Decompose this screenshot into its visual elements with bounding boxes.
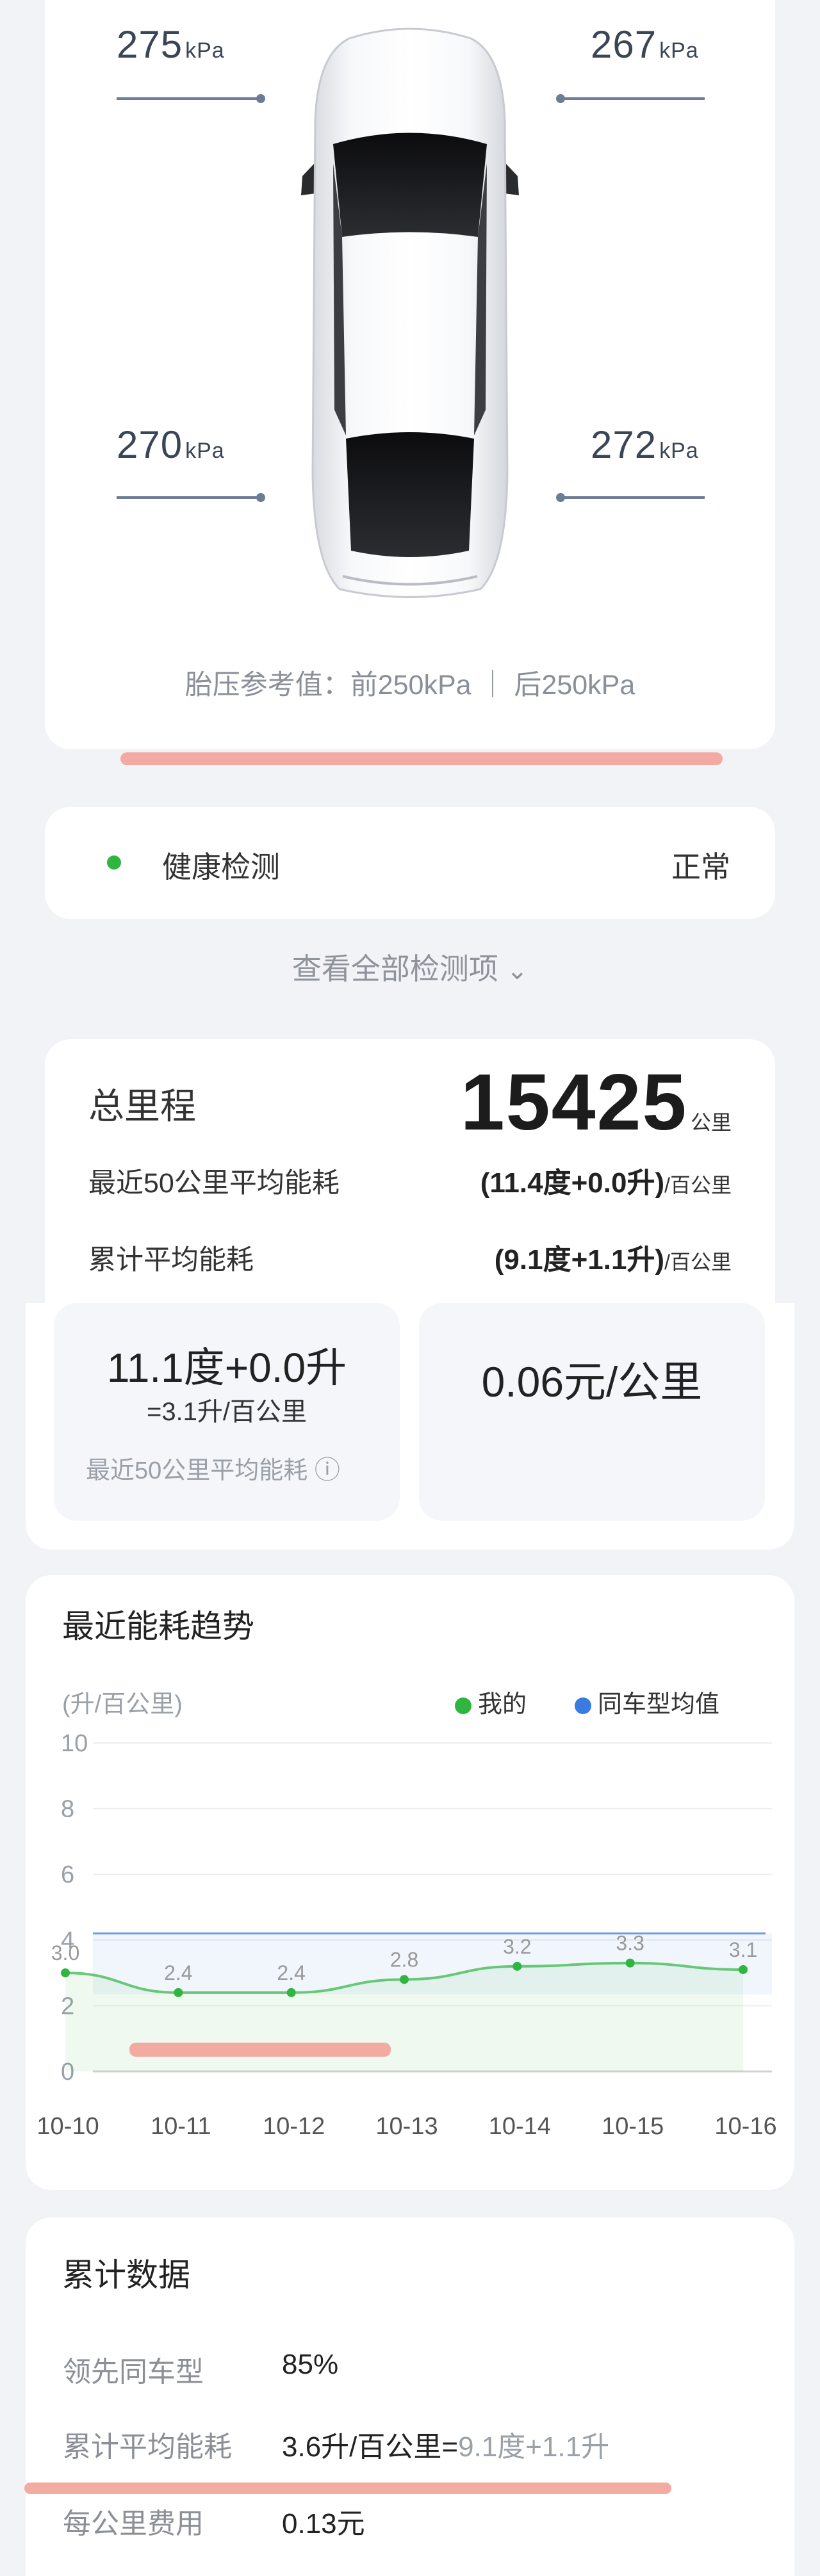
x-tick-label: 10-12 — [263, 2113, 325, 2140]
unit-label: kPa — [185, 38, 225, 63]
unit-label: kPa — [185, 439, 225, 463]
x-tick-label: 10-16 — [714, 2113, 776, 2140]
y-tick-label: 8 — [61, 1796, 74, 1823]
x-tick-label: 10-15 — [602, 2113, 664, 2140]
lead-rate-label: 领先同车型 — [63, 2356, 204, 2388]
y-tick-label: 10 — [61, 1730, 88, 1757]
tire-rear-left: 270 kPa — [117, 423, 225, 467]
total-mileage-value: 15425 公里 — [461, 1057, 732, 1148]
energy-trend-chart: 024681010-10 10-11 10-12 10-13 10-14 10-15 10-… — [37, 1730, 776, 2140]
total-mileage-unit: 公里 — [690, 1111, 732, 1134]
status-dot-icon — [107, 855, 121, 870]
x-tick-label: 10-11 — [151, 2113, 211, 2140]
car-top-view-icon — [301, 28, 519, 598]
cumulative-title: 累计数据 — [62, 2257, 190, 2293]
highlight-mark — [120, 752, 723, 765]
cumulative-consumption-label: 累计平均能耗 — [88, 1245, 254, 1276]
chevron-down-icon: ⌄ — [506, 957, 529, 985]
cost-subcard[interactable]: 0.06元/公里 — [419, 1303, 765, 1521]
recent-consumption-value: (11.4度+0.0升)/百公里 — [480, 1160, 732, 1201]
tire-rear-right-line — [556, 493, 705, 502]
tire-rear-right: 272 kPa — [591, 423, 699, 467]
tire-rear-left-line — [117, 493, 265, 502]
tire-front-left-line — [117, 94, 265, 103]
tire-rear-left-value: 270 — [117, 423, 183, 466]
highlight-mark — [24, 2483, 671, 2494]
data-point — [61, 1968, 70, 1978]
x-tick-label: 10-13 — [375, 2113, 438, 2140]
cumulative-consumption-number: (9.1度+1.1升) — [494, 1244, 665, 1276]
avg-consumption-label: 累计平均能耗 — [63, 2431, 232, 2463]
tire-front-right: 267 kPa — [591, 22, 699, 67]
data-label: 3.3 — [616, 1932, 644, 1955]
avg-consumption-extra: 9.1度+1.1升 — [458, 2431, 610, 2463]
recent-consumption-number: (11.4度+0.0升) — [480, 1167, 665, 1199]
data-point — [400, 1975, 409, 1984]
data-label: 3.0 — [51, 1941, 79, 1964]
cost-per-km-label: 每公里费用 — [63, 2508, 204, 2540]
info-icon[interactable]: ⓘ — [315, 1456, 340, 1484]
view-all-label: 查看全部检测项 — [291, 952, 498, 985]
total-mileage-number: 15425 — [460, 1058, 688, 1147]
energy-summary-panel: 11.1度+0.0升 =3.1升/百公里 最近50公里平均能耗 ⓘ 0.06元/… — [26, 1303, 794, 1550]
data-point — [739, 1964, 748, 1974]
x-tick-label: 10-14 — [489, 2113, 551, 2140]
health-check-card[interactable]: 健康检测 正常 — [45, 807, 775, 919]
energy-trend-card: 最近能耗趋势 (升/百公里) 我的 同车型均值 0 2 4 6 8 10 10-10 10-1… — [26, 1575, 794, 2190]
x-tick-label: 10-10 — [37, 2113, 99, 2140]
view-all-checks-link[interactable]: 查看全部检测项 ⌄ — [0, 946, 820, 988]
tire-front-left-value: 275 — [117, 23, 183, 66]
data-label: 2.4 — [164, 1961, 192, 1984]
highlight-mark — [129, 2043, 391, 2057]
energy-sub-value: =3.1升/百公里 — [146, 1398, 308, 1426]
avg-consumption-main: 3.6升/百公里= — [282, 2431, 459, 2463]
tire-reference-text: 胎压参考值：前250kPa ｜ 后250kPa — [184, 670, 636, 701]
avg-consumption-value: 3.6升/百公里=9.1度+1.1升 — [282, 2424, 609, 2465]
data-point — [512, 1961, 522, 1971]
lead-rate-value: 85% — [282, 2349, 339, 2380]
data-label: 2.4 — [277, 1961, 305, 1984]
cost-per-km-row-value: 0.13元 — [282, 2508, 365, 2540]
tire-rear-right-value: 272 — [591, 423, 657, 466]
y-tick-label: 6 — [61, 1861, 74, 1888]
tire-pressure-card: 275 kPa 267 kPa 270 kPa 272 kPa 胎压参考值：前2… — [45, 0, 775, 749]
health-check-label: 健康检测 — [162, 850, 280, 884]
data-point — [625, 1958, 635, 1968]
cost-per-km-value: 0.06元/公里 — [481, 1358, 703, 1405]
energy-caption-text: 最近50公里平均能耗 — [86, 1457, 308, 1484]
energy-caption: 最近50公里平均能耗 ⓘ — [86, 1449, 340, 1486]
cumulative-consumption-value: (9.1度+1.1升)/百公里 — [495, 1236, 732, 1277]
total-mileage-label: 总里程 — [88, 1086, 196, 1126]
data-label: 2.8 — [390, 1948, 418, 1971]
unit-label: kPa — [659, 439, 699, 463]
recent-consumption-label: 最近50公里平均能耗 — [88, 1168, 340, 1199]
mileage-card: 总里程 15425 公里 最近50公里平均能耗 (11.4度+0.0升)/百公里… — [45, 1039, 775, 1308]
data-label: 3.1 — [729, 1938, 757, 1961]
data-label: 3.2 — [503, 1935, 531, 1958]
data-point — [174, 1988, 183, 1997]
tire-front-left: 275 kPa — [117, 22, 225, 67]
data-point — [286, 1988, 296, 1997]
health-check-status: 正常 — [671, 850, 730, 884]
energy-subcard[interactable]: 11.1度+0.0升 =3.1升/百公里 最近50公里平均能耗 ⓘ — [54, 1303, 400, 1521]
cumulative-consumption-unit: /百公里 — [664, 1251, 732, 1274]
recent-consumption-unit: /百公里 — [664, 1174, 732, 1197]
tire-front-right-value: 267 — [591, 23, 657, 66]
unit-label: kPa — [659, 38, 699, 63]
tire-front-right-line — [556, 94, 705, 103]
energy-main-value: 11.1度+0.0升 — [106, 1345, 347, 1391]
